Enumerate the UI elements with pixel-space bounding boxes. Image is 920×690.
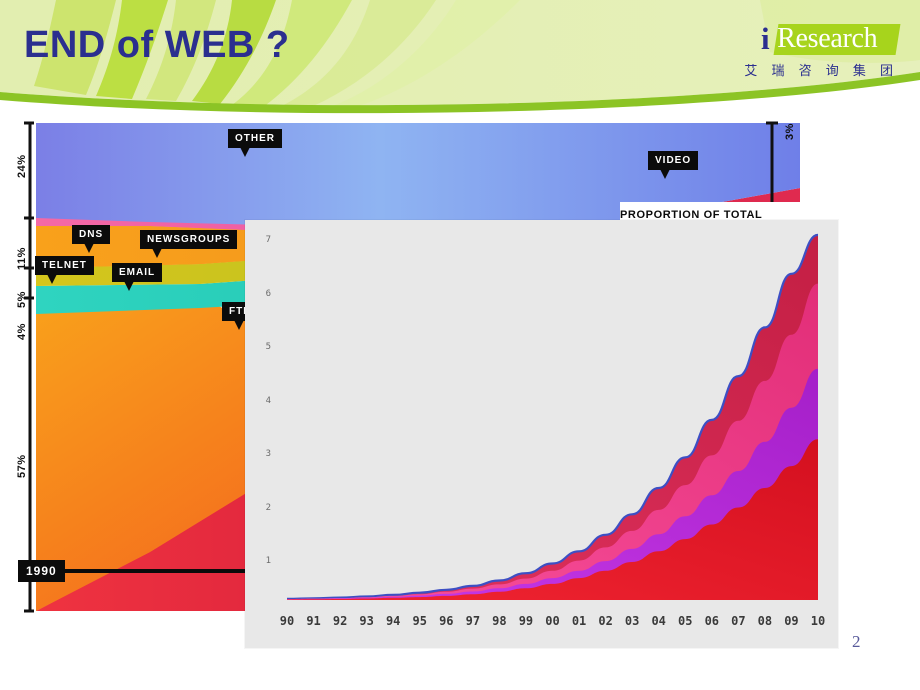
- callout-email: EMAIL: [112, 263, 163, 291]
- overlay-xtick-00: 00: [545, 614, 560, 628]
- page-number: 2: [852, 632, 861, 651]
- axis-label-5pct: 5%: [16, 291, 28, 308]
- overlay-xtick-04: 04: [651, 614, 666, 628]
- overlay-xtick-05: 05: [678, 614, 693, 628]
- overlay-xtick-98: 98: [492, 614, 507, 628]
- overlay-xtick-06: 06: [704, 614, 720, 628]
- callout-dns: DNS: [72, 225, 111, 253]
- logo-wordmark: i Research: [761, 21, 901, 58]
- overlay-ytick-7: 7: [265, 235, 271, 245]
- axis-label-57pct: 57%: [16, 454, 28, 478]
- overlay-ytick-5: 5: [265, 342, 271, 352]
- overlay-xtick-95: 95: [412, 614, 427, 628]
- axis-label-4pct: 4%: [16, 323, 28, 340]
- callout-newsgroups: NEWSGROUPS: [140, 230, 238, 258]
- overlay-xtick-99: 99: [518, 614, 534, 628]
- overlay-xtick-97: 97: [465, 614, 481, 628]
- overlay-ytick-6: 6: [265, 289, 271, 299]
- year-tag-label: 1990: [18, 560, 65, 582]
- overlay-xtick-01: 01: [571, 614, 587, 628]
- iresearch-logo: i Research 艾 瑞 咨 询 集 团: [744, 21, 901, 79]
- callout-video: VIDEO: [648, 151, 699, 179]
- overlay-xtick-09: 09: [784, 614, 799, 628]
- logo-research-text: Research: [777, 23, 878, 54]
- overlay-ytick-3: 3: [265, 449, 271, 459]
- page-title: END of WEB ?: [24, 24, 290, 66]
- overlay-xtick-91: 91: [306, 614, 321, 628]
- logo-i-mark: i: [761, 21, 770, 56]
- axis-label-3pct: 3%: [784, 123, 796, 140]
- overlay-xtick-02: 02: [598, 614, 613, 628]
- overlay-xtick-10: 10: [810, 614, 826, 628]
- overlay-ytick-4: 4: [265, 396, 271, 406]
- overlay-xtick-07: 07: [731, 614, 746, 628]
- slide-canvas: 24% 11% 5% 4% 57% 3% OTHER DNS NEWSGROUP…: [0, 0, 920, 690]
- axis-label-11pct: 11%: [16, 247, 28, 270]
- logo-chinese-text: 艾 瑞 咨 询 集 团: [744, 64, 898, 79]
- overlay-growth-chart: 7 6 5 4 3 2 1 90 91 92 93 94 95 96 97 98 99 00 01 02…: [245, 220, 838, 648]
- overlay-xtick-08: 08: [757, 614, 773, 628]
- overlay-xtick-90: 90: [279, 614, 295, 628]
- overlay-xtick-92: 92: [332, 614, 348, 628]
- axis-label-24pct: 24%: [16, 154, 28, 178]
- overlay-xtick-93: 93: [359, 614, 374, 628]
- overlay-ytick-1: 1: [265, 556, 271, 566]
- overlay-xtick-94: 94: [385, 614, 401, 628]
- overlay-ytick-2: 2: [265, 503, 271, 513]
- callout-other: OTHER: [228, 129, 282, 157]
- callout-telnet: TELNET: [35, 256, 94, 284]
- overlay-chart-svg: [245, 220, 838, 648]
- overlay-xtick-96: 96: [439, 614, 454, 628]
- overlay-xtick-03: 03: [624, 614, 640, 628]
